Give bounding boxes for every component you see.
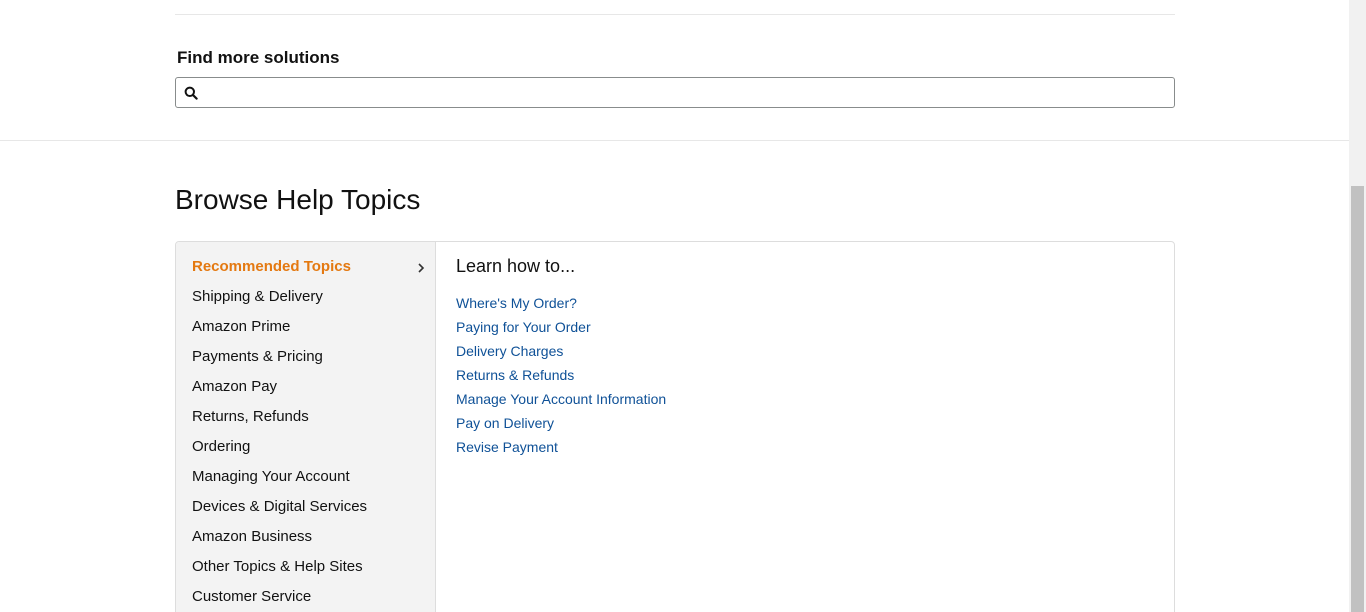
help-page: Find more solutions Browse Help Topics R… <box>0 0 1349 612</box>
nav-item-managing-account[interactable]: Managing Your Account <box>192 465 350 489</box>
link-paying-for-order[interactable]: Paying for Your Order <box>456 317 591 337</box>
search-input[interactable] <box>206 79 1174 106</box>
browse-help-topics-title: Browse Help Topics <box>175 184 421 215</box>
nav-item-ordering[interactable]: Ordering <box>192 435 250 459</box>
nav-item-other-topics[interactable]: Other Topics & Help Sites <box>192 555 363 579</box>
find-more-solutions-title: Find more solutions <box>177 48 340 67</box>
link-revise-payment[interactable]: Revise Payment <box>456 437 558 457</box>
link-delivery-charges[interactable]: Delivery Charges <box>456 341 563 361</box>
topics-nav: Recommended Topics Shipping & Delivery A… <box>176 242 436 612</box>
nav-item-returns-refunds[interactable]: Returns, Refunds <box>192 405 309 429</box>
search-icon <box>176 78 206 107</box>
divider <box>175 14 1175 15</box>
nav-item-shipping-delivery[interactable]: Shipping & Delivery <box>192 285 323 309</box>
nav-item-devices-digital[interactable]: Devices & Digital Services <box>192 495 367 519</box>
nav-item-amazon-business[interactable]: Amazon Business <box>192 525 312 549</box>
nav-item-recommended-topics[interactable]: Recommended Topics <box>192 255 351 279</box>
link-returns-refunds[interactable]: Returns & Refunds <box>456 365 574 385</box>
vertical-scrollbar[interactable] <box>1349 0 1366 612</box>
link-manage-account-info[interactable]: Manage Your Account Information <box>456 389 666 409</box>
section-divider <box>0 140 1349 141</box>
nav-item-customer-service[interactable]: Customer Service <box>192 585 311 609</box>
scrollbar-thumb[interactable] <box>1351 186 1364 612</box>
link-pay-on-delivery[interactable]: Pay on Delivery <box>456 413 554 433</box>
chevron-right-icon <box>416 261 426 275</box>
nav-item-payments-pricing[interactable]: Payments & Pricing <box>192 345 323 369</box>
learn-how-to-title: Learn how to... <box>456 256 576 276</box>
nav-item-amazon-prime[interactable]: Amazon Prime <box>192 315 290 339</box>
help-topics-panel: Recommended Topics Shipping & Delivery A… <box>175 241 1175 612</box>
nav-item-amazon-pay[interactable]: Amazon Pay <box>192 375 277 399</box>
link-wheres-my-order[interactable]: Where's My Order? <box>456 293 577 313</box>
search-box[interactable] <box>175 77 1175 108</box>
